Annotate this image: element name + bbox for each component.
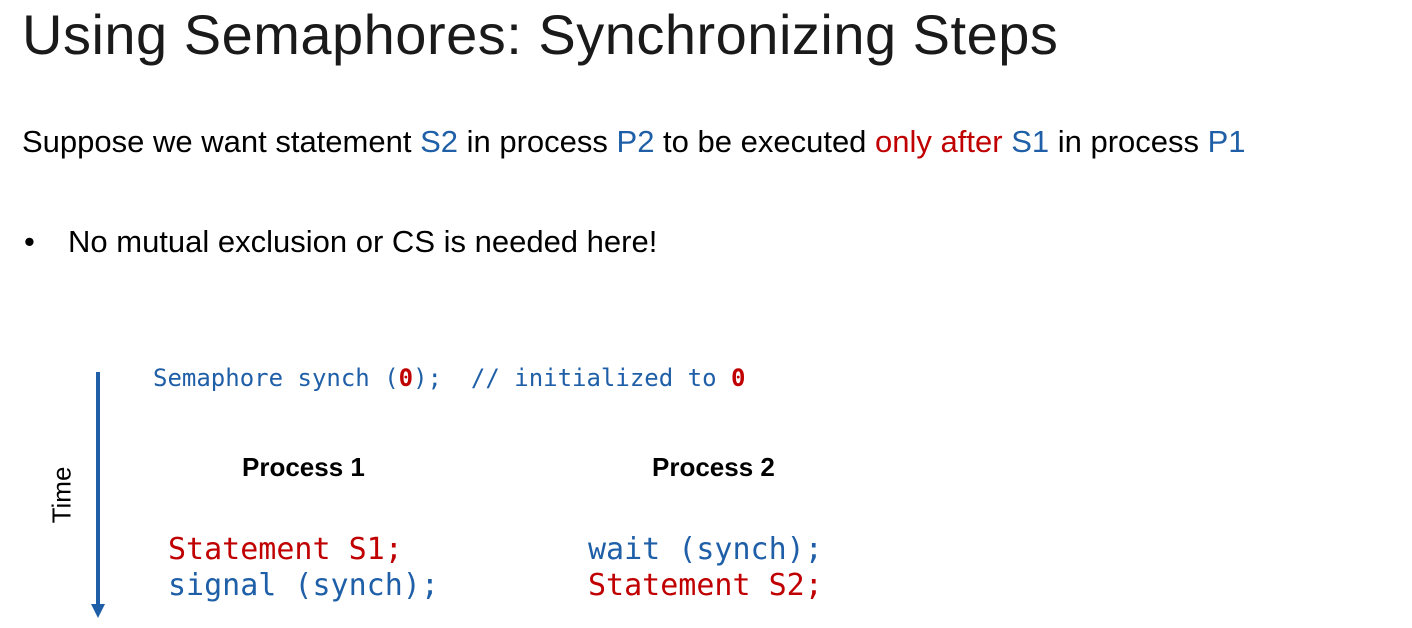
- intro-paragraph: Suppose we want statement S2 in process …: [22, 120, 1402, 164]
- bullet-item: • No mutual exclusion or CS is needed her…: [24, 220, 657, 264]
- process-2-header: Process 2: [652, 452, 775, 482]
- bullet-dot: •: [24, 224, 35, 259]
- process-1-header: Process 1: [242, 452, 365, 482]
- intro-text-4: [1003, 124, 1012, 159]
- intro-text-1: Suppose we want statement: [22, 124, 421, 159]
- time-axis-line: [96, 372, 100, 608]
- decl-text-2: ); // initialized to: [413, 364, 731, 392]
- semaphore-declaration: Semaphore synch (0); // initialized to 0: [153, 364, 745, 392]
- bullet-text: No mutual exclusion or CS is needed here…: [68, 224, 658, 259]
- slide-title: Using Semaphores: Synchronizing Steps: [22, 3, 1059, 66]
- decl-text-1: Semaphore synch (: [153, 364, 399, 392]
- time-axis-label: Time: [46, 466, 77, 524]
- time-arrow-head-icon: [91, 604, 105, 618]
- intro-p1: P1: [1207, 124, 1246, 159]
- process-1-signal: signal (synch);: [168, 568, 439, 603]
- decl-zero-2: 0: [730, 364, 746, 392]
- process-1-statement-s1: Statement S1;: [168, 532, 403, 567]
- intro-text-2: in process: [458, 124, 617, 159]
- intro-s1: S1: [1011, 124, 1050, 159]
- intro-s2: S2: [420, 124, 458, 159]
- decl-zero-1: 0: [398, 364, 414, 392]
- intro-only-after: only after: [875, 124, 1003, 159]
- intro-text-3: to be executed: [654, 124, 876, 159]
- process-2-statement-s2: Statement S2;: [588, 568, 823, 603]
- intro-text-5: in process: [1049, 124, 1208, 159]
- intro-p2: P2: [616, 124, 655, 159]
- process-2-wait: wait (synch);: [588, 532, 823, 567]
